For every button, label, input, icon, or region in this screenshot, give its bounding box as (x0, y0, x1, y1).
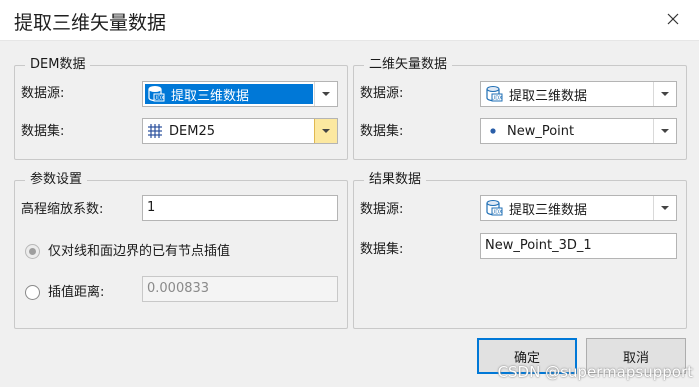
result-group-title: 结果数据 (364, 171, 427, 189)
vector-data-group: 二维矢量数据 (353, 56, 687, 160)
params-group-title: 参数设置 (25, 171, 88, 189)
vector-dataset-combo[interactable]: New_Point (480, 118, 677, 144)
vector-datasource-value: 提取三维数据 (509, 88, 588, 104)
result-datasource-dropdown-button[interactable] (653, 196, 676, 220)
dem-dataset-value: DEM25 (169, 123, 215, 139)
radio-interpolation-distance-label: 插值距离: (48, 285, 105, 300)
dem-dataset-combo[interactable]: DEM25 (142, 118, 338, 144)
radio-existing-nodes[interactable] (25, 244, 40, 259)
chevron-down-icon (322, 129, 330, 133)
vector-group-title: 二维矢量数据 (364, 56, 453, 74)
grid-icon (148, 124, 162, 138)
radio-existing-nodes-label: 仅对线和面边界的已有节点插值 (48, 244, 231, 259)
vector-dataset-label: 数据集: (360, 124, 404, 139)
chevron-down-icon (661, 129, 669, 133)
vector-datasource-selection: UDX 提取三维数据 (483, 84, 652, 104)
datasource-udx-icon: UDX (486, 86, 503, 102)
vector-dataset-selection: New_Point (483, 121, 652, 141)
dialog-body: DEM数据 数据源: UDX 提取三维数据 数据集: DEM25 二维矢量数据 … (0, 40, 699, 387)
interpolation-distance-input[interactable]: 0.000833 (142, 276, 338, 302)
dem-datasource-value: 提取三维数据 (171, 88, 250, 104)
close-icon (667, 13, 679, 25)
result-dataset-label: 数据集: (360, 242, 404, 257)
vector-datasource-label: 数据源: (360, 86, 404, 101)
datasource-udx-icon: UDX (148, 86, 165, 102)
svg-text:UDX: UDX (492, 96, 503, 102)
scale-factor-input[interactable]: 1 (142, 195, 338, 221)
chevron-down-icon (322, 92, 330, 96)
result-datasource-combo[interactable]: UDX 提取三维数据 (480, 195, 677, 221)
radio-interpolation-distance[interactable] (25, 285, 40, 300)
vector-dataset-dropdown-button[interactable] (653, 119, 676, 143)
svg-text:UDX: UDX (492, 210, 503, 216)
result-datasource-label: 数据源: (360, 202, 404, 217)
svg-text:UDX: UDX (154, 96, 165, 102)
chevron-down-icon (661, 92, 669, 96)
dem-datasource-combo[interactable]: UDX 提取三维数据 (142, 81, 338, 107)
dem-group-title: DEM数据 (25, 56, 91, 74)
vector-datasource-combo[interactable]: UDX 提取三维数据 (480, 81, 677, 107)
dem-dataset-dropdown-button[interactable] (314, 119, 337, 143)
datasource-udx-icon: UDX (486, 200, 503, 216)
scale-factor-label: 高程缩放系数: (21, 202, 104, 217)
close-button[interactable] (660, 6, 686, 32)
dialog-title: 提取三维矢量数据 (14, 12, 167, 34)
result-datasource-selection: UDX 提取三维数据 (483, 198, 652, 218)
dem-datasource-selection: UDX 提取三维数据 (145, 84, 313, 104)
dem-datasource-dropdown-button[interactable] (314, 82, 337, 106)
point-icon (490, 128, 496, 134)
result-datasource-value: 提取三维数据 (509, 202, 588, 218)
csdn-watermark: CSDN @supermapsupport (497, 363, 693, 381)
result-dataset-input[interactable]: New_Point_3D_1 (480, 233, 677, 259)
dem-dataset-selection: DEM25 (145, 121, 313, 141)
dem-data-group: DEM数据 (14, 56, 348, 160)
title-bar: 提取三维矢量数据 (0, 0, 699, 40)
dem-dataset-label: 数据集: (21, 124, 65, 139)
chevron-down-icon (661, 206, 669, 210)
vector-dataset-value: New_Point (507, 123, 575, 139)
vector-datasource-dropdown-button[interactable] (653, 82, 676, 106)
dem-datasource-label: 数据源: (21, 86, 65, 101)
